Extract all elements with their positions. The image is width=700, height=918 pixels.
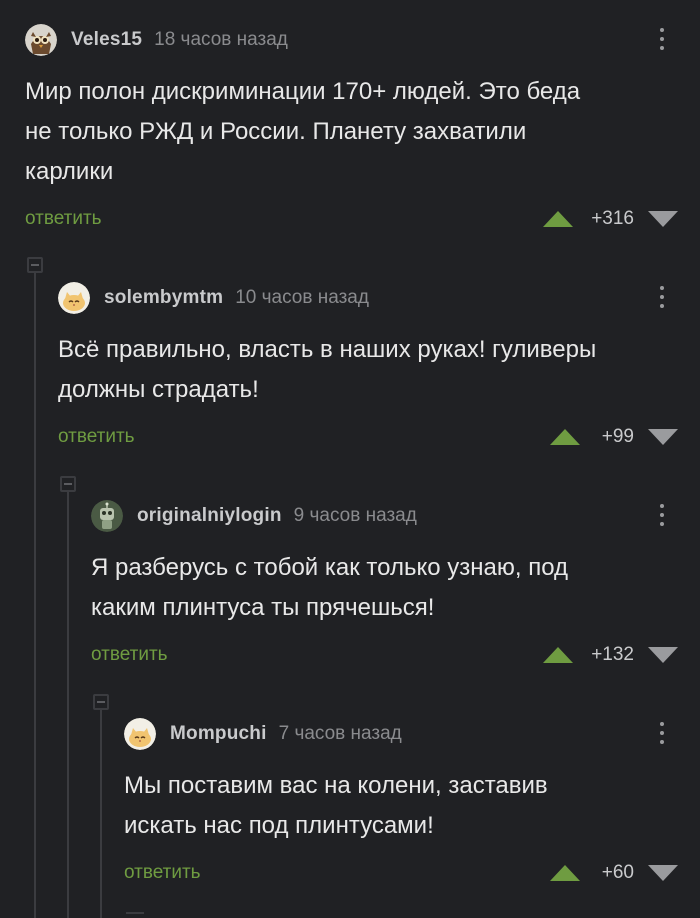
comment-timestamp[interactable]: 18 часов назад [154,29,288,51]
more-menu-icon[interactable] [658,28,666,56]
comment-author[interactable]: Veles15 [71,29,142,51]
robot-avatar-icon[interactable] [91,500,123,532]
comment-text-line: карлики [25,158,114,185]
comment: originalniylogin 9 часов назад Я разберу… [91,498,700,678]
comment-rating: +99 [550,425,678,449]
downvote-icon[interactable] [648,429,678,445]
reply-button[interactable]: ответить [124,862,201,884]
comment-header: Mompuchi 7 часов назад [124,716,402,752]
comment-text: Всё правильно, власть в наших руках! гул… [58,330,670,410]
comment-text-line: искать нас под плинтусами! [124,812,434,839]
comment-text-line: должны страдать! [58,376,259,403]
rating-score: +132 [591,644,634,665]
comment: solembymtm 10 часов назад Всё правильно,… [58,280,700,460]
reply-button[interactable]: ответить [25,208,102,230]
comment-text: Мы поставим вас на колени, заставив иска… [124,766,670,846]
thread-collapse-toggle-3[interactable] [93,694,109,710]
cat-avatar-icon[interactable] [124,718,156,750]
comment-author[interactable]: originalniylogin [137,505,282,527]
upvote-icon[interactable] [550,865,580,881]
comment-rating: +60 [550,861,678,885]
thread-line-2 [67,478,69,918]
comment: Mompuchi 7 часов назад Мы поставим вас н… [124,716,700,896]
comment-author[interactable]: Mompuchi [170,723,267,745]
reply-button[interactable]: ответить [91,644,168,666]
comment-header: solembymtm 10 часов назад [58,280,369,316]
thread-line-1 [34,258,36,918]
thread-line-3 [100,696,102,918]
cat-avatar-icon[interactable] [58,282,90,314]
upvote-icon[interactable] [543,647,574,663]
rating-score: +316 [591,208,634,229]
comment-timestamp[interactable]: 10 часов назад [235,287,369,309]
downvote-icon[interactable] [648,211,678,227]
more-menu-icon[interactable] [658,286,666,314]
rating-score: +99 [601,426,634,447]
comment-text: Мир полон дискриминации 170+ людей. Это … [25,72,670,192]
comment-timestamp[interactable]: 7 часов назад [279,723,402,745]
rating-score: +60 [601,862,634,883]
owl-avatar-icon[interactable] [25,24,57,56]
downvote-icon[interactable] [648,865,678,881]
comment-header: Veles15 18 часов назад [25,22,288,58]
comment-author[interactable]: solembymtm [104,287,223,309]
thread-collapse-toggle-1[interactable] [27,257,43,273]
comment-text-line: Я разберусь с тобой как только узнаю, по… [91,554,569,581]
comment-rating: +132 [543,643,678,667]
thread-collapse-toggle-2[interactable] [60,476,76,492]
upvote-icon[interactable] [550,429,580,445]
more-menu-icon[interactable] [658,722,666,750]
comment: Veles15 18 часов назад Мир полон дискрим… [25,22,700,242]
comment-text-line: Мы поставим вас на колени, заставив [124,772,548,799]
upvote-icon[interactable] [543,211,574,227]
comment-rating: +316 [543,207,678,231]
comment-text-line: каким плинтуса ты прячешься! [91,594,435,621]
comment-text-line: не только РЖД и России. Планету захватил… [25,118,527,145]
comment-text-line: Мир полон дискриминации 170+ людей. Это … [25,78,581,105]
downvote-icon[interactable] [648,647,678,663]
comment-header: originalniylogin 9 часов назад [91,498,417,534]
thread-branch-line [126,912,144,914]
comment-timestamp[interactable]: 9 часов назад [294,505,417,527]
comment-text-line: Всё правильно, власть в наших руках! гул… [58,336,597,363]
reply-button[interactable]: ответить [58,426,135,448]
comment-text: Я разберусь с тобой как только узнаю, по… [91,548,670,628]
more-menu-icon[interactable] [658,504,666,532]
